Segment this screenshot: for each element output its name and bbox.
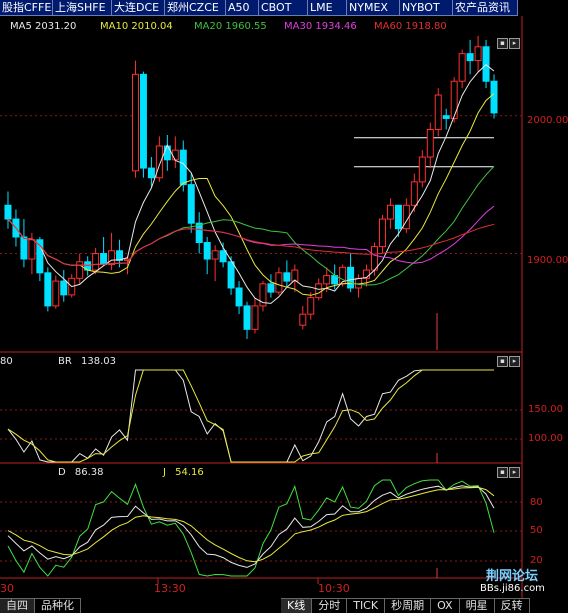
candle-body — [92, 253, 100, 271]
candle-body — [474, 46, 482, 62]
bottom-tab-6[interactable]: OX — [431, 598, 460, 613]
candle-body — [100, 253, 108, 266]
kdj-panel-button-2[interactable]: ▸ — [509, 467, 520, 478]
window-restore-button[interactable]: ▸ — [509, 38, 520, 49]
candle-body — [315, 283, 323, 299]
bottom-tab-bar: 自四 品种化 K线 分时 TICK 秒周期 OX 明星 反转 — [0, 598, 568, 613]
kdj-j-label: J 54.16 — [163, 467, 204, 478]
candle-body — [76, 261, 84, 279]
candle-body — [299, 313, 307, 326]
window-minimize-button[interactable]: ▪ — [497, 38, 508, 49]
bottom-tab-7[interactable]: 明星 — [459, 598, 495, 613]
candle-body — [323, 275, 331, 285]
ma-legend-item: MA20 1960.55 — [194, 21, 267, 32]
candle-body — [187, 184, 195, 224]
candle-body — [386, 204, 394, 220]
candle-body — [227, 261, 235, 289]
kdj-axis-label-80: 80 — [530, 497, 543, 508]
kline-chart[interactable] — [0, 0, 568, 613]
br-panel-button-1[interactable]: ▪ — [497, 356, 508, 367]
kdj-j-name: J — [163, 467, 166, 478]
candle-body — [155, 145, 163, 179]
br-axis-label-100: 100.00 — [528, 433, 563, 444]
candle-body — [410, 181, 418, 206]
candle-body — [466, 53, 474, 62]
candle-body — [108, 250, 116, 266]
candle-body — [4, 204, 12, 220]
kdj-k-line — [7, 485, 495, 568]
candle-body — [378, 218, 386, 248]
kdj-panel-button-1[interactable]: ▪ — [497, 467, 508, 478]
bottom-tab-5[interactable]: 秒周期 — [385, 598, 432, 613]
price-axis-label-2000: 2000.00 — [527, 115, 568, 126]
ma-legend-item: MA60 1918.80 — [374, 21, 447, 32]
br-name: BR — [58, 356, 72, 367]
candle-body — [60, 280, 68, 296]
candle-body — [355, 277, 363, 289]
candle-body — [211, 250, 219, 260]
candle-body — [243, 305, 251, 330]
candle-body — [36, 239, 44, 274]
candle-body — [394, 204, 402, 230]
candle-body — [131, 73, 139, 172]
candle-body — [163, 145, 171, 161]
candle-body — [482, 46, 490, 82]
kdj-d-value: 86.38 — [74, 467, 104, 478]
candle-body — [434, 94, 442, 130]
candle-body — [426, 128, 434, 158]
forum-watermark: 荆网论坛 — [486, 569, 539, 584]
ma-line-ma60 — [7, 218, 495, 266]
candle-body — [203, 241, 211, 260]
bottom-tab-2[interactable]: K线 — [281, 598, 313, 613]
bottom-tab-4[interactable]: TICK — [347, 598, 386, 613]
br-line — [7, 369, 494, 463]
candle-body — [171, 149, 179, 161]
kdj-d-label: D 86.38 — [58, 467, 104, 478]
candle-body — [139, 73, 147, 169]
ma-legend: MA5 2031.20 MA10 2010.04 MA20 1960.55 MA30 … — [4, 21, 524, 35]
ma-legend-item: MA5 2031.20 — [10, 21, 77, 32]
candle-body — [458, 53, 466, 82]
candle-body — [371, 246, 378, 271]
bottom-tab-3[interactable]: 分时 — [312, 598, 348, 613]
candle-body — [20, 236, 28, 260]
time-label-1330: 13:30 — [154, 582, 186, 595]
br-panel-button-2[interactable]: ▸ — [509, 356, 520, 367]
ma-legend-item: MA10 2010.04 — [100, 21, 173, 32]
candle-body — [179, 149, 187, 186]
kdj-axis-label-50: 50 — [530, 525, 543, 536]
time-label-left-fragment: 30 — [0, 582, 14, 595]
candle-body — [283, 272, 291, 282]
candle-body — [52, 280, 60, 307]
candle-body — [267, 283, 275, 293]
candle-body — [219, 250, 227, 263]
br-signal-line — [7, 369, 494, 463]
br-left-value: 80 — [0, 356, 13, 367]
candle-body — [450, 80, 458, 119]
ma-legend-item: MA30 1934.46 — [284, 21, 357, 32]
candle-body — [44, 272, 52, 307]
forum-watermark-url: BBs.ji86.com — [480, 583, 545, 594]
kdj-d-name: D — [58, 467, 66, 478]
candle-body — [28, 239, 36, 260]
candle-body — [251, 305, 259, 330]
kdj-d-line — [7, 486, 495, 563]
bottom-tab-8[interactable]: 反转 — [494, 598, 530, 613]
bottom-tab-1[interactable]: 品种化 — [35, 598, 81, 613]
br-axis-label-150: 150.00 — [528, 404, 563, 415]
candle-body — [418, 156, 426, 183]
kdj-j-value: 54.16 — [175, 467, 204, 478]
candle-body — [490, 80, 498, 114]
candle-body — [275, 272, 283, 293]
candle-body — [442, 115, 450, 119]
candle-body — [307, 297, 315, 315]
br-value: 138.03 — [81, 356, 116, 367]
time-label-1030: 10:30 — [318, 582, 350, 595]
bottom-tab-0[interactable]: 自四 — [0, 598, 35, 613]
br-indicator-label: BR 138.03 — [58, 356, 116, 367]
price-axis-label-1900: 1900.00 — [527, 255, 568, 266]
candle-body — [347, 266, 355, 289]
candle-body — [235, 287, 243, 307]
candle-body — [147, 167, 155, 179]
